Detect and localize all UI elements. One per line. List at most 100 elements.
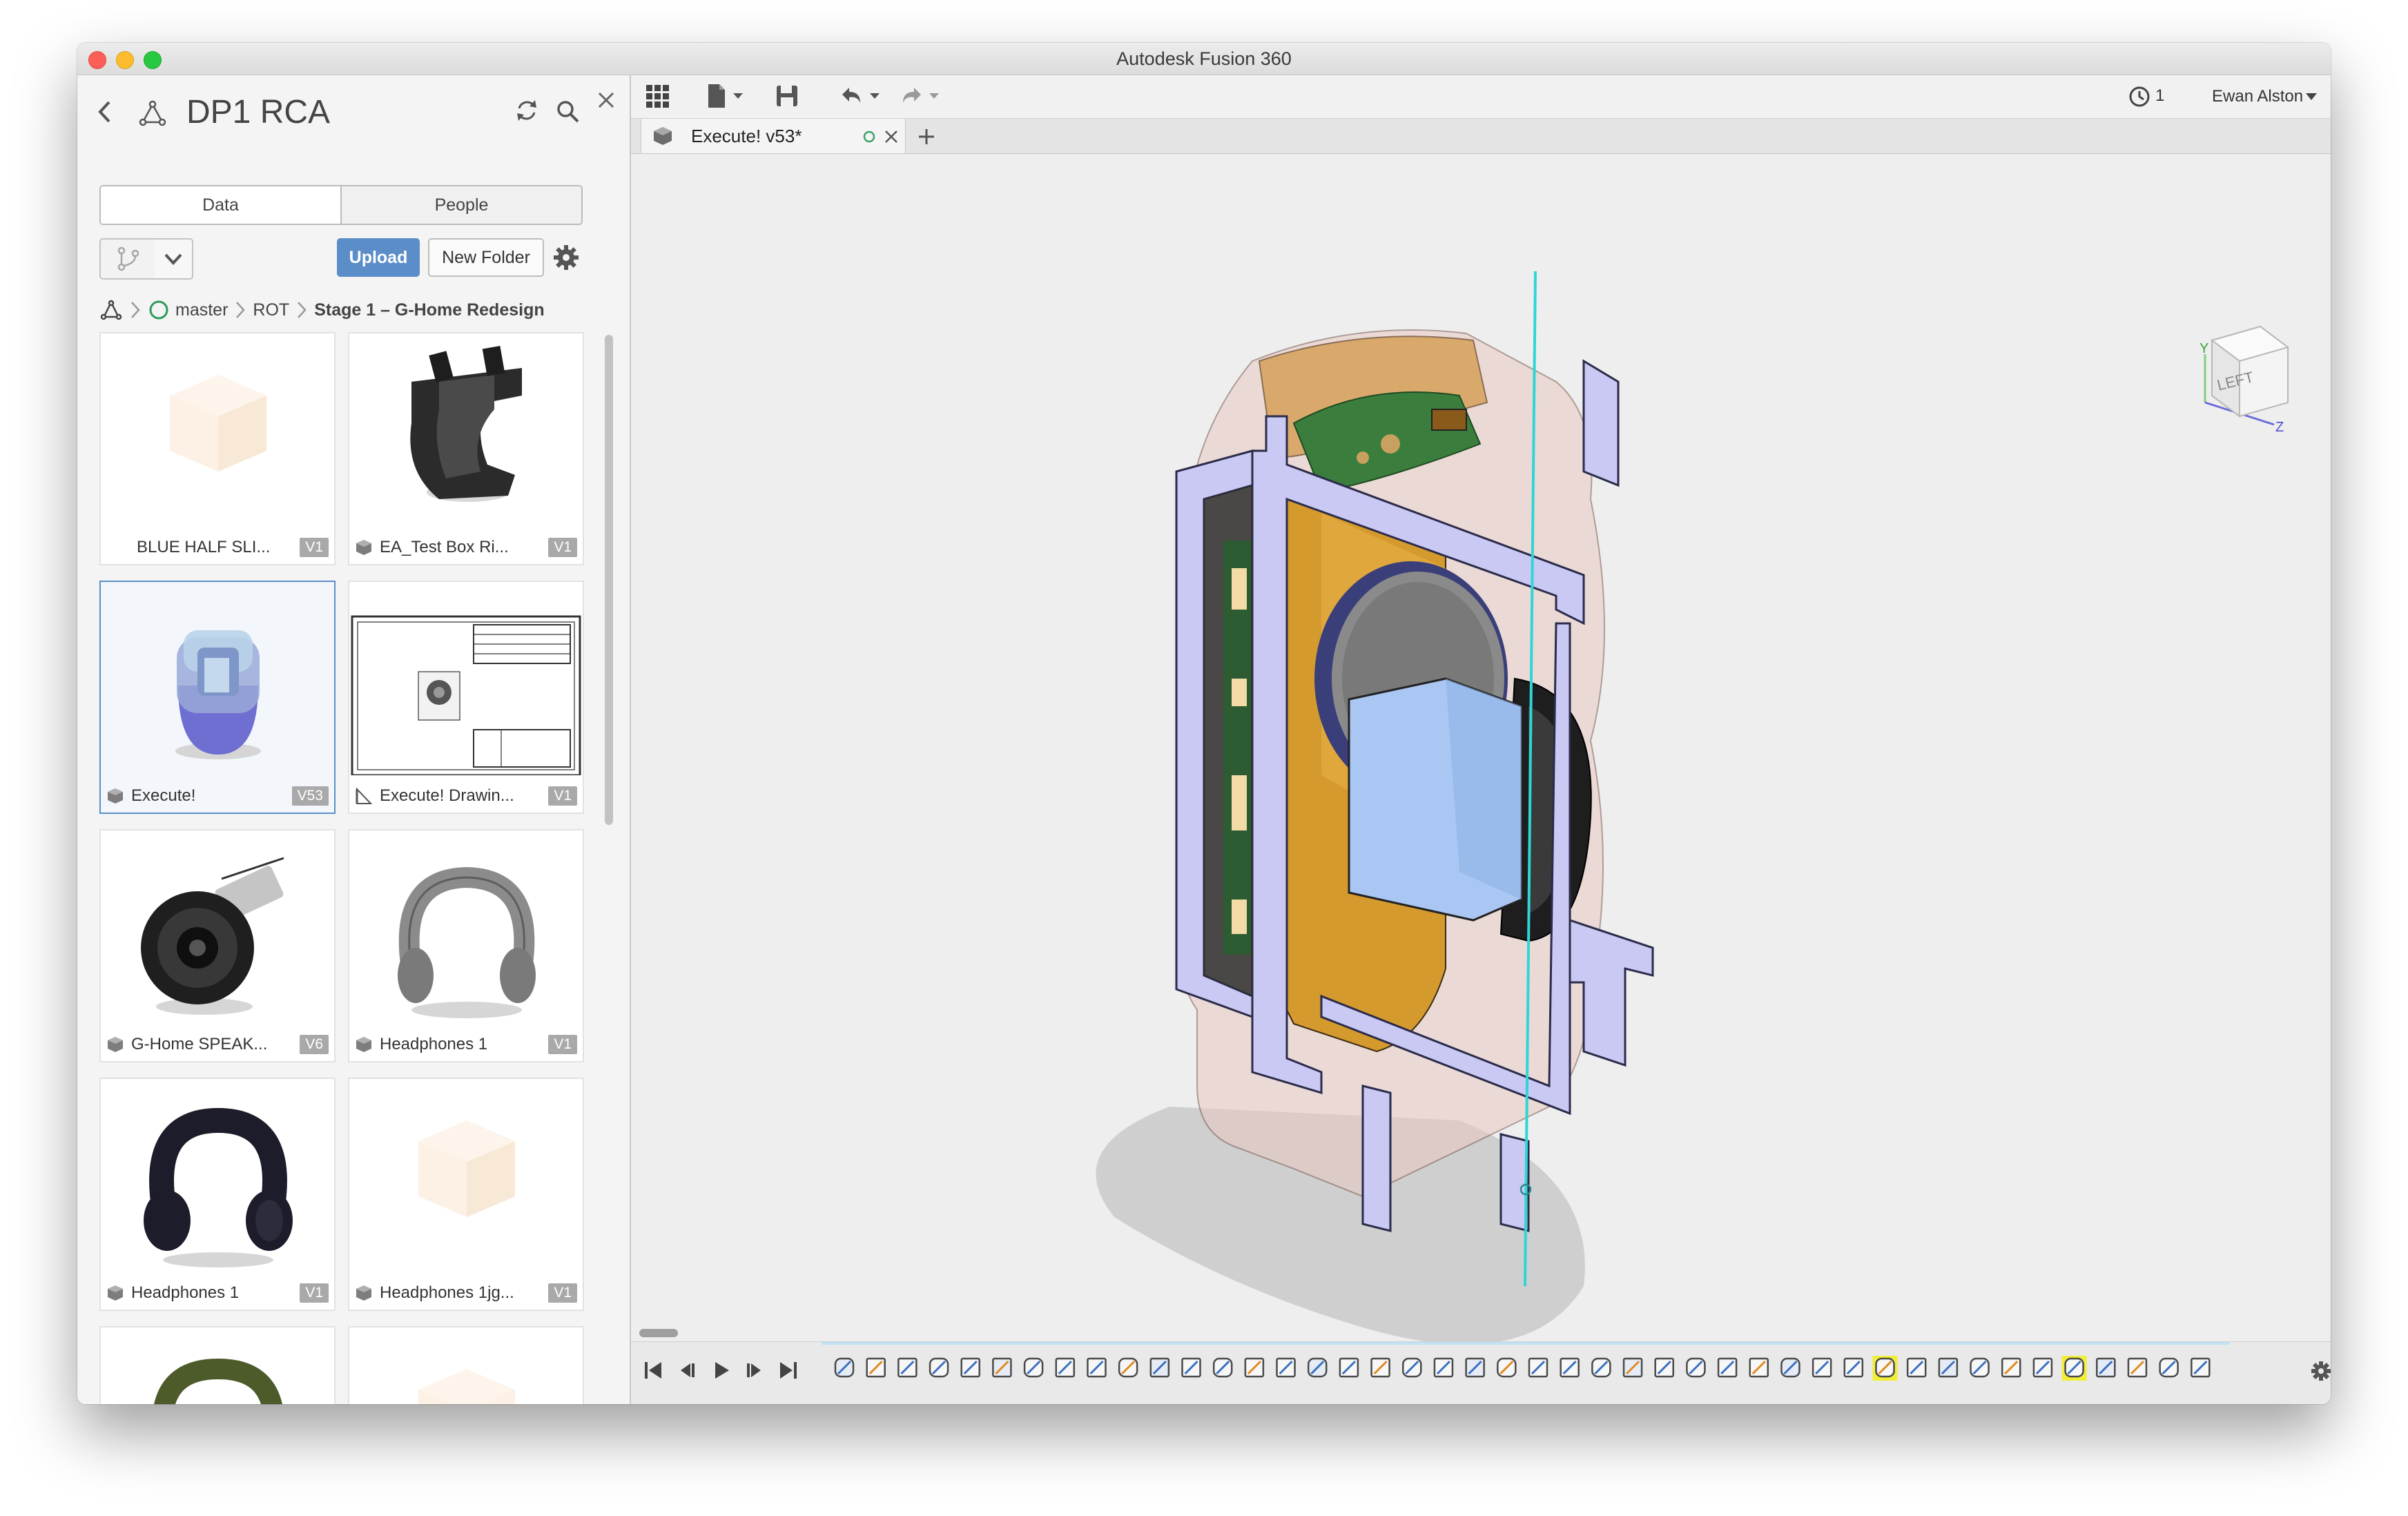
timeline-prev-icon[interactable] — [675, 1359, 699, 1382]
version-badge: V1 — [548, 786, 577, 806]
item-thumbnail — [410, 346, 522, 502]
timeline-feature-icon[interactable] — [960, 1357, 980, 1378]
timeline-feature-icon[interactable] — [2096, 1357, 2116, 1378]
close-window-button[interactable] — [88, 51, 106, 69]
timeline-feature-icon[interactable] — [1087, 1357, 1107, 1378]
timeline-feature-icon[interactable] — [1181, 1357, 1201, 1378]
timeline-feature-icon[interactable] — [1749, 1357, 1769, 1378]
timeline-feature-icon[interactable] — [1528, 1357, 1548, 1378]
file-icon[interactable] — [706, 82, 747, 110]
job-status-icon[interactable] — [2128, 85, 2151, 108]
hub-icon[interactable] — [138, 99, 167, 128]
item-thumbnail — [175, 630, 261, 759]
viewport-scroll-handle[interactable] — [639, 1329, 678, 1337]
search-icon[interactable] — [555, 99, 581, 125]
timeline-feature-icon[interactable] — [929, 1357, 949, 1378]
tab-people[interactable]: People — [342, 186, 581, 224]
branch-dropdown[interactable] — [155, 238, 193, 280]
timeline-feature-icon[interactable] — [1872, 1356, 1898, 1381]
timeline-feature-icon[interactable] — [1591, 1357, 1611, 1378]
caret-down-icon[interactable] — [2304, 92, 2318, 101]
refresh-icon[interactable] — [514, 97, 540, 124]
timeline-features[interactable] — [831, 1352, 2219, 1393]
data-item[interactable]: Headphones 1jg... V1 — [348, 1078, 584, 1311]
close-panel-icon[interactable] — [596, 90, 616, 110]
data-item[interactable] — [348, 1326, 584, 1404]
data-item[interactable] — [99, 1326, 336, 1404]
user-menu[interactable]: Ewan Alston — [2212, 87, 2303, 106]
timeline-feature-icon[interactable] — [1970, 1357, 1990, 1378]
timeline-feature-icon[interactable] — [897, 1357, 917, 1378]
timeline-feature-icon[interactable] — [992, 1357, 1012, 1378]
data-item[interactable]: EA_Test Box Ri... V1 — [348, 332, 584, 565]
timeline-feature-icon[interactable] — [1497, 1357, 1517, 1378]
timeline-feature-icon[interactable] — [2001, 1357, 2021, 1378]
timeline-feature-icon[interactable] — [2159, 1357, 2179, 1378]
close-tab-icon[interactable] — [883, 128, 900, 145]
timeline-feature-icon[interactable] — [866, 1357, 886, 1378]
breadcrumb-branch[interactable]: master — [175, 295, 228, 325]
timeline-feature-icon[interactable] — [1370, 1357, 1390, 1378]
data-item[interactable]: Headphones 1 V1 — [348, 829, 584, 1062]
timeline-feature-icon[interactable] — [1402, 1357, 1422, 1378]
minimize-window-button[interactable] — [116, 51, 134, 69]
timeline-feature-icon[interactable] — [1149, 1357, 1170, 1378]
redo-icon[interactable] — [897, 84, 946, 108]
document-tab[interactable]: Execute! v53* — [641, 119, 906, 153]
data-item[interactable]: G-Home SPEAK... V6 — [99, 829, 336, 1062]
timeline-feature-icon[interactable] — [2127, 1357, 2148, 1378]
timeline-feature-icon[interactable] — [1938, 1357, 1959, 1378]
timeline-feature-icon[interactable] — [1244, 1357, 1265, 1378]
tab-data[interactable]: Data — [101, 186, 342, 224]
timeline-play-icon[interactable] — [710, 1359, 733, 1382]
timeline-feature-icon[interactable] — [834, 1357, 855, 1378]
timeline-feature-icon[interactable] — [1212, 1357, 1233, 1378]
apps-grid-icon[interactable] — [645, 84, 671, 110]
timeline-feature-icon[interactable] — [2032, 1357, 2053, 1378]
timeline-last-icon[interactable] — [776, 1359, 799, 1382]
data-item-selected[interactable]: Execute! V53 — [99, 581, 336, 814]
new-tab-icon[interactable] — [917, 127, 936, 146]
timeline-feature-icon[interactable] — [1843, 1357, 1864, 1378]
timeline-feature-icon[interactable] — [1023, 1357, 1044, 1378]
timeline-feature-icon[interactable] — [1118, 1357, 1138, 1378]
timeline-feature-icon[interactable] — [1433, 1357, 1454, 1378]
zoom-window-button[interactable] — [144, 51, 162, 69]
timeline-feature-icon[interactable] — [1622, 1357, 1643, 1378]
data-panel-scrollbar[interactable] — [605, 335, 613, 825]
upload-button[interactable]: Upload — [337, 238, 420, 277]
timeline-next-icon[interactable] — [743, 1359, 766, 1382]
canvas-viewport[interactable]: LEFT Y Z — [631, 154, 2331, 1341]
data-item[interactable]: Execute! Drawin... V1 — [348, 581, 584, 814]
breadcrumb-folder[interactable]: ROT — [253, 295, 289, 325]
timeline-feature-icon[interactable] — [1276, 1357, 1296, 1378]
timeline-feature-icon[interactable] — [1339, 1357, 1359, 1378]
undo-icon[interactable] — [837, 84, 885, 108]
timeline-feature-icon[interactable] — [1906, 1357, 1927, 1378]
timeline-feature-icon[interactable] — [1686, 1357, 1706, 1378]
timeline-settings-icon[interactable] — [2310, 1360, 2331, 1382]
viewcube[interactable]: LEFT Y Z — [2184, 299, 2309, 437]
timeline-first-icon[interactable] — [642, 1359, 666, 1382]
timeline-feature-icon[interactable] — [1307, 1357, 1328, 1378]
gear-icon[interactable] — [551, 242, 581, 273]
timeline-feature-icon[interactable] — [1465, 1357, 1485, 1378]
timeline-feature-icon[interactable] — [2061, 1356, 2087, 1381]
timeline-feature-icon[interactable] — [1812, 1357, 1832, 1378]
hub-icon[interactable] — [99, 298, 123, 322]
breadcrumb-current-folder[interactable]: Stage 1 – G-Home Redesign — [314, 295, 544, 325]
data-item[interactable]: Headphones 1 V1 — [99, 1078, 336, 1311]
timeline-feature-icon[interactable] — [1654, 1357, 1674, 1378]
version-badge: V6 — [300, 1035, 329, 1054]
back-chevron-icon[interactable] — [97, 100, 112, 130]
timeline-feature-icon[interactable] — [1717, 1357, 1738, 1378]
document-tab-bar: Execute! v53* — [631, 119, 2331, 154]
save-icon[interactable] — [775, 84, 799, 108]
timeline-feature-icon[interactable] — [2191, 1357, 2211, 1378]
branch-button[interactable] — [99, 238, 157, 280]
data-item[interactable]: BLUE HALF SLI... V1 — [99, 332, 336, 565]
new-folder-button[interactable]: New Folder — [428, 238, 544, 277]
timeline-feature-icon[interactable] — [1055, 1357, 1076, 1378]
timeline-feature-icon[interactable] — [1780, 1357, 1800, 1378]
timeline-feature-icon[interactable] — [1560, 1357, 1580, 1378]
